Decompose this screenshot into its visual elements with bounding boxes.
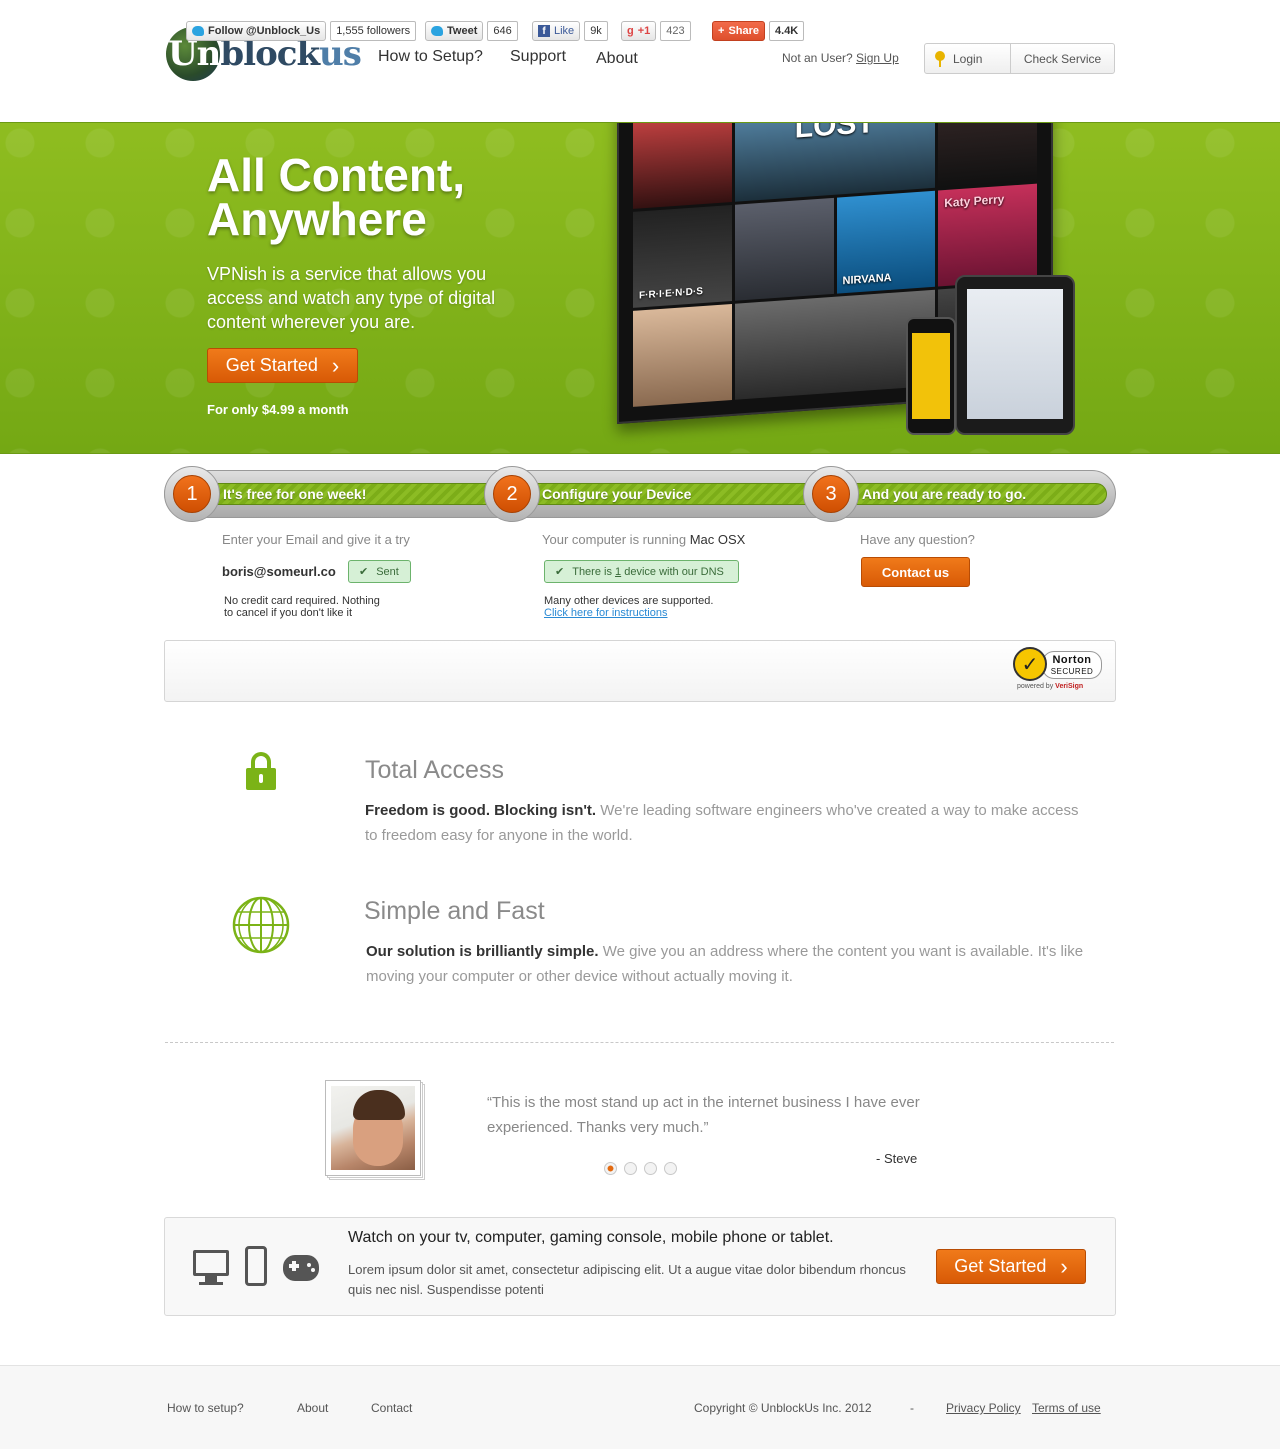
copyright: Copyright © UnblockUs Inc. 2012 [694, 1401, 872, 1415]
testimonial-quote: “This is the most stand up act in the in… [487, 1094, 920, 1136]
facebook-like-widget: f Like 9k [532, 21, 608, 41]
tweet-count: 646 [487, 21, 518, 41]
footer-link-how-to-setup[interactable]: How to setup? [167, 1401, 244, 1415]
media-tile-lost: LOST [734, 123, 936, 202]
feature-text-simple-fast: Our solution is brilliantly simple. We g… [366, 943, 1084, 985]
twitter-bird-icon [431, 26, 443, 36]
sign-up-link[interactable]: Sign Up [856, 51, 899, 65]
like-count: 9k [584, 21, 608, 41]
pagination-dot[interactable] [644, 1162, 657, 1175]
footer-link-contact[interactable]: Contact [371, 1401, 412, 1415]
checkmark-icon: ✓ [1013, 647, 1047, 681]
step-3-prompt: Have any question? [860, 532, 975, 547]
google-plus-icon: g [627, 25, 634, 37]
social-bar [164, 640, 1116, 702]
instructions-link[interactable]: Click here for instructions [544, 607, 668, 619]
monitor-icon [193, 1250, 229, 1286]
gplus-count: 423 [660, 21, 691, 41]
media-tile [734, 197, 834, 301]
footer-link-terms[interactable]: Terms of use [1032, 1401, 1101, 1415]
mobile-phone-icon [245, 1246, 267, 1286]
step-1-label: It's free for one week! [223, 486, 367, 502]
key-icon [935, 50, 945, 67]
pagination-dot[interactable] [624, 1162, 637, 1175]
email-value[interactable]: boris@someurl.co [222, 564, 336, 579]
follow-button[interactable]: Follow @Unblock_Us [186, 21, 327, 41]
share-widget: + Share 4.4K [712, 21, 805, 41]
dns-status-badge: ✔ There is 1 device with our DNS [544, 560, 739, 583]
chevron-right-icon: › [331, 352, 340, 378]
hero-price: For only $4.99 a month [207, 402, 349, 417]
cta-get-started-button[interactable]: Get Started › [936, 1249, 1086, 1284]
feature-title-simple-fast: Simple and Fast [364, 897, 545, 925]
media-tile [633, 303, 732, 407]
footer-link-privacy[interactable]: Privacy Policy [946, 1401, 1021, 1415]
hero-title: All Content, Anywhere [207, 149, 466, 245]
footer-separator: - [910, 1401, 914, 1415]
testimonial-author: - Steve [876, 1151, 918, 1166]
detected-os: Mac OSX [689, 532, 746, 547]
contact-us-button[interactable]: Contact us [861, 557, 970, 587]
avatar [331, 1086, 415, 1170]
lock-icon [246, 752, 276, 790]
footer-link-about[interactable]: About [297, 1401, 328, 1415]
twitter-follow: Follow @Unblock_Us 1,555 followers [186, 21, 417, 41]
phone-image [906, 317, 956, 435]
hero-subtitle: VPNish is a service that allows you acce… [207, 264, 496, 332]
media-tile-nirvana: NIRVANA [836, 190, 936, 294]
tablet-image [955, 275, 1075, 435]
hero-get-started-button[interactable]: Get Started › [207, 348, 358, 383]
check-icon: ✔ [555, 566, 565, 578]
step-1-badge: 1 [164, 466, 220, 522]
media-tile [633, 123, 732, 209]
step-2-badge: 2 [484, 466, 540, 522]
like-button[interactable]: f Like [532, 21, 581, 41]
hero-banner: All Content, Anywhere VPNish is a servic… [0, 122, 1280, 454]
pagination-dot[interactable] [604, 1162, 617, 1175]
site-header: Unblockus How to Setup? Support About No… [0, 0, 1280, 122]
step-1-note: No credit card required. Nothing to canc… [224, 595, 380, 619]
pagination-dot[interactable] [664, 1162, 677, 1175]
step-2-label: Configure your Device [542, 486, 692, 502]
step-2-prompt: Your computer is running Mac OSX [542, 532, 746, 547]
login-button[interactable]: Login [925, 44, 1011, 73]
gamepad-icon [283, 1255, 319, 1281]
norton-secured-badge[interactable]: Norton SECURED ✓ powered by VeriSign [1012, 643, 1104, 698]
not-user-text: Not an User? Sign Up [782, 51, 899, 65]
login-group: Login Check Service [924, 43, 1115, 74]
globe-icon [232, 896, 290, 954]
sent-status-badge: ✔ Sent [348, 560, 411, 583]
share-count: 4.4K [769, 21, 805, 41]
feature-title-total-access: Total Access [365, 756, 504, 784]
chevron-right-icon: › [1060, 1253, 1068, 1279]
check-icon: ✔ [359, 566, 369, 578]
step-3-badge: 3 [803, 466, 859, 522]
section-divider [165, 1042, 1114, 1043]
testimonial-photo [325, 1080, 425, 1180]
nav-about[interactable]: About [596, 50, 638, 68]
tweet-widget: Tweet 646 [425, 21, 518, 41]
testimonial-pagination [604, 1162, 677, 1175]
share-button[interactable]: + Share [712, 21, 766, 41]
check-service-button[interactable]: Check Service [1011, 44, 1114, 73]
nav-support[interactable]: Support [510, 48, 566, 66]
cta-title: Watch on your tv, computer, gaming conso… [348, 1229, 834, 1246]
nav-how-to-setup[interactable]: How to Setup? [378, 48, 483, 66]
step-3-label: And you are ready to go. [862, 486, 1027, 502]
step-1-prompt: Enter your Email and give it a try [222, 532, 410, 547]
twitter-bird-icon [192, 26, 204, 36]
media-tile-friends: F·R·I·E·N·D·S [633, 204, 732, 308]
facebook-icon: f [538, 25, 550, 37]
plus-icon: + [718, 25, 725, 37]
media-tile-katy: Katy Perry [938, 183, 1037, 287]
tweet-button[interactable]: Tweet [425, 21, 484, 41]
gplus-button[interactable]: g +1 [621, 21, 657, 41]
followers-count: 1,555 followers [330, 21, 417, 41]
step-2-note: Many other devices are supported. Click … [544, 595, 714, 619]
gplus-widget: g +1 423 [621, 21, 691, 41]
cta-text: Lorem ipsum dolor sit amet, consectetur … [348, 1262, 906, 1297]
feature-text-total-access: Freedom is good. Blocking isn't. We're l… [365, 802, 1079, 844]
media-tile [938, 123, 1037, 188]
